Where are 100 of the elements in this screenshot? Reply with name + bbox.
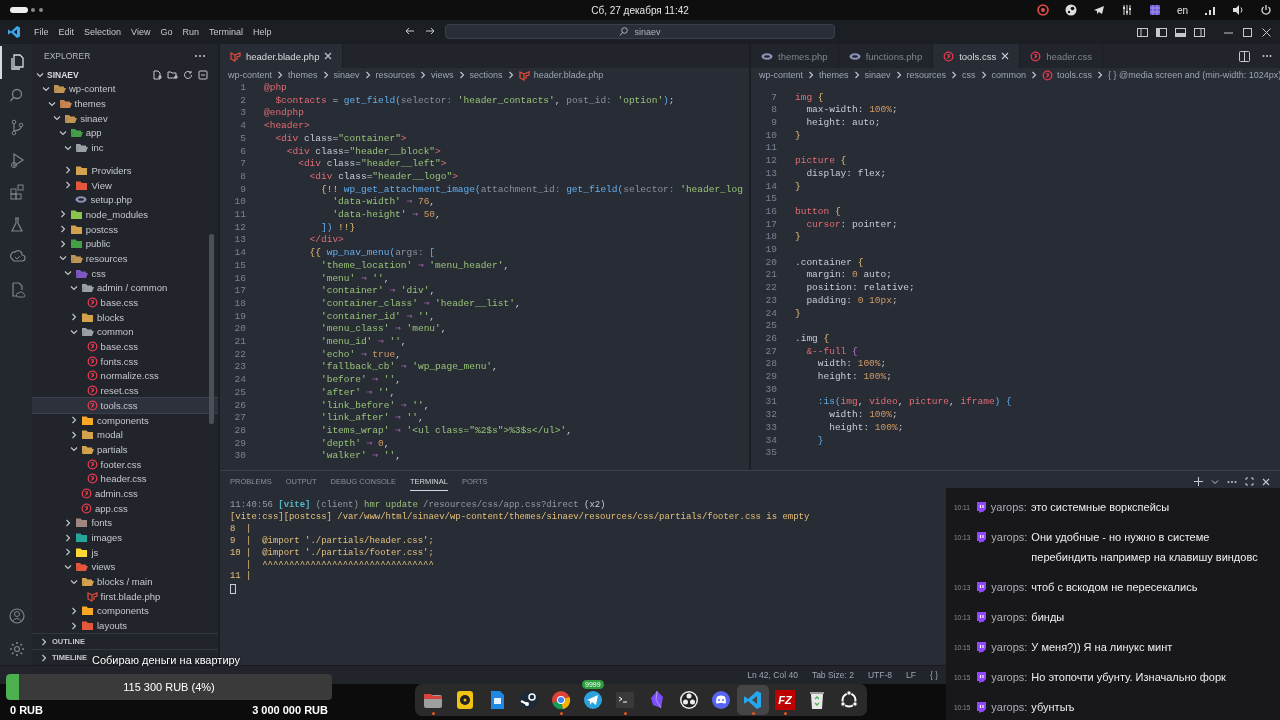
tree-item[interactable]: sinaev [32, 110, 218, 126]
sidebar-toggle-icon[interactable] [1156, 26, 1167, 38]
breadcrumb-item[interactable]: common [991, 70, 1027, 80]
maximize-icon[interactable] [1242, 26, 1253, 38]
tree-item[interactable]: base.css [32, 295, 218, 310]
tree-item[interactable]: public [32, 236, 218, 252]
tree-item[interactable]: postcss [32, 221, 218, 237]
tree-item[interactable]: node_modules [32, 207, 218, 222]
status-item[interactable]: UTF-8 [867, 670, 893, 680]
add-icon[interactable] [1194, 477, 1203, 486]
close-icon[interactable] [1001, 52, 1010, 60]
menu-item[interactable]: Run [177, 25, 204, 39]
new-file-icon[interactable] [152, 69, 162, 80]
more-icon[interactable] [194, 53, 206, 58]
tree-item[interactable]: base.css [32, 339, 218, 354]
tree-item[interactable]: js [32, 544, 218, 560]
more-icon[interactable] [1227, 479, 1237, 484]
clock[interactable]: Сб, 27 декабря 11:42 [591, 4, 689, 16]
breadcrumb-item[interactable]: sinaev [864, 70, 891, 80]
editor-tab[interactable]: header.blade.php [220, 44, 344, 68]
menu-item[interactable]: Selection [79, 25, 127, 39]
close-icon[interactable] [1262, 477, 1270, 486]
chevron-down-icon[interactable] [1211, 477, 1219, 486]
tree-item[interactable]: fonts.css [32, 353, 218, 369]
collapse-icon[interactable] [198, 69, 208, 80]
grid-icon[interactable] [1148, 4, 1161, 16]
breadcrumb-item[interactable]: sections [469, 70, 503, 80]
tree-item[interactable]: themes [32, 96, 218, 111]
forward-arrow-icon[interactable] [425, 26, 435, 36]
breadcrumb-item[interactable]: header.blade.php [533, 70, 604, 80]
tree-item[interactable]: modal [32, 427, 218, 443]
volume-icon[interactable] [1232, 4, 1244, 16]
sliders-icon[interactable] [1120, 4, 1133, 16]
editor-tab[interactable]: tools.css [933, 44, 1021, 68]
editor-tab[interactable]: header.css [1020, 44, 1104, 68]
tree-item[interactable]: components [32, 603, 218, 619]
menu-item[interactable]: File [29, 25, 54, 39]
account-icon[interactable] [7, 606, 27, 627]
tree-item[interactable]: first.blade.php [32, 588, 218, 604]
editor-tab[interactable]: themes.php [751, 44, 839, 68]
tree-item[interactable]: app [32, 125, 218, 141]
power-icon[interactable] [1260, 4, 1272, 16]
circle-icon[interactable] [1036, 4, 1049, 16]
menu-item[interactable]: Edit [53, 25, 80, 39]
status-item[interactable]: LF [906, 670, 916, 680]
tree-item[interactable]: views [32, 559, 218, 575]
tree-item[interactable]: Providers [32, 163, 218, 178]
menu-item[interactable]: View [126, 25, 156, 39]
breadcrumb-item[interactable]: css [962, 70, 976, 80]
tree-item[interactable]: tools.css [32, 398, 218, 413]
command-center-field[interactable]: sinaev [445, 24, 835, 39]
blocks-icon[interactable] [7, 182, 27, 203]
tree-item[interactable]: footer.css [32, 456, 218, 472]
tree-item[interactable]: app.css [32, 500, 218, 516]
tree-item[interactable]: normalize.css [32, 368, 218, 384]
tree-item[interactable]: wp-content [32, 81, 218, 97]
tree-item[interactable]: layouts [32, 618, 218, 633]
menu-item[interactable]: Help [247, 25, 277, 39]
layout-icon[interactable] [1137, 26, 1148, 38]
maximize-icon[interactable] [1245, 477, 1254, 486]
tree-item[interactable]: reset.css [32, 383, 218, 398]
close-icon[interactable] [1261, 26, 1272, 38]
tree-item[interactable]: components [32, 412, 218, 428]
tree-item[interactable]: images [32, 530, 218, 545]
secondary-sidebar-icon[interactable] [1194, 26, 1205, 38]
dock-launcher[interactable]: FZ [769, 685, 801, 715]
breadcrumb-item[interactable]: sinaev [333, 70, 360, 80]
tree-item[interactable]: admin.css [32, 486, 218, 501]
menu-item[interactable]: Terminal [203, 25, 248, 39]
status-item[interactable]: Tab Size: 2 [811, 670, 854, 680]
breadcrumb-item[interactable]: themes [819, 70, 849, 80]
workspace-header[interactable]: SINAEV [32, 67, 218, 82]
breadcrumb-item[interactable]: wp-content [228, 70, 273, 80]
keyboard-layout[interactable]: en [1176, 4, 1188, 16]
tree-item[interactable]: header.css [32, 471, 218, 487]
tree-item[interactable]: inc [32, 140, 218, 155]
more-icon[interactable] [1262, 54, 1272, 58]
status-item[interactable]: { } [929, 670, 938, 680]
panel-toggle-icon[interactable] [1175, 26, 1186, 38]
breadcrumb-item[interactable]: resources [906, 70, 947, 80]
tree-item[interactable]: fonts [32, 515, 218, 531]
back-arrow-icon[interactable] [405, 26, 415, 36]
close-icon[interactable] [324, 52, 333, 60]
new-folder-icon[interactable] [167, 69, 178, 80]
breadcrumb-item[interactable]: tools.css [1057, 70, 1093, 80]
breadcrumb-item[interactable]: themes [288, 70, 318, 80]
tree-item[interactable]: blocks / main [32, 574, 218, 589]
tree-item[interactable]: admin / common [32, 280, 218, 296]
tree-item[interactable]: common [32, 324, 218, 340]
tree-item[interactable]: partials [32, 442, 218, 457]
breadcrumb-item[interactable]: resources [375, 70, 416, 80]
tree-item[interactable]: View [32, 177, 218, 193]
network-icon[interactable] [1204, 4, 1216, 16]
tree-item[interactable]: blocks [32, 309, 218, 325]
tree-item[interactable]: setup.php [32, 192, 218, 208]
tree-item[interactable]: css [32, 265, 218, 281]
menu-item[interactable]: Go [155, 25, 178, 39]
paper-plane-icon[interactable] [1092, 4, 1105, 16]
split-editor-icon[interactable] [1239, 50, 1250, 62]
breadcrumb-item[interactable]: wp-content [759, 70, 804, 80]
